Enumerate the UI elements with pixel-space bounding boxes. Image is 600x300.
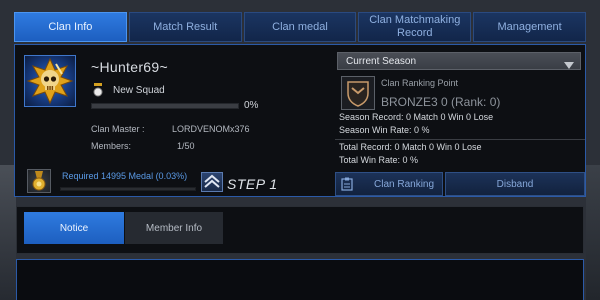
- clan-master-label: Clan Master :: [91, 124, 145, 134]
- triangle-down-icon: [564, 57, 574, 69]
- tab-management[interactable]: Management: [473, 12, 586, 42]
- total-win-rate: Total Win Rate: 0 %: [339, 155, 419, 165]
- step-label: STEP 1: [227, 176, 278, 192]
- season-dropdown-value: Current Season: [346, 56, 417, 67]
- tab-clan-medal[interactable]: Clan medal: [243, 12, 357, 42]
- season-dropdown[interactable]: Current Season: [337, 52, 581, 70]
- tab-clan-info[interactable]: Clan Info: [14, 12, 127, 42]
- squad-rank-icon: [92, 83, 104, 97]
- skull-emblem-icon: [24, 55, 76, 107]
- clan-ranking-point-label: Clan Ranking Point: [381, 78, 459, 88]
- total-record: Total Record: 0 Match 0 Win 0 Lose: [339, 142, 482, 152]
- clipboard-icon: [341, 177, 353, 191]
- clan-exp-bar: [91, 103, 239, 109]
- clan-ranking-button[interactable]: Clan Ranking: [335, 172, 443, 196]
- squad-label: New Squad: [113, 85, 165, 96]
- tab-member-info[interactable]: Member Info: [125, 212, 223, 244]
- clan-info-panel: ~Hunter69~ New Squad 0% Clan Master : LO…: [14, 44, 586, 197]
- clan-tab-bar: Clan Info Match Result Clan medal Clan M…: [14, 12, 586, 42]
- background-right-panel: [586, 165, 600, 300]
- members-value: 1/50: [177, 141, 195, 151]
- season-record: Season Record: 0 Match 0 Win 0 Lose: [339, 112, 494, 122]
- clan-ranking-button-label: Clan Ranking: [374, 179, 435, 190]
- tab-notice[interactable]: Notice: [24, 212, 124, 244]
- clan-rank-value: BRONZE3 0 (Rank: 0): [381, 95, 501, 109]
- medal-icon: [27, 169, 51, 193]
- clan-exp-percent: 0%: [244, 100, 259, 111]
- required-medal-text: Required 14995 Medal (0.03%): [62, 171, 188, 181]
- tab-match-result[interactable]: Match Result: [128, 12, 242, 42]
- chevron-up-rank-icon: [201, 172, 223, 192]
- disband-button[interactable]: Disband: [445, 172, 585, 196]
- notice-content-area: [16, 259, 584, 300]
- subtab-panel: Notice Member Info: [16, 206, 584, 254]
- clan-master-value: LORDVENOMx376: [172, 124, 250, 134]
- members-label: Members:: [91, 141, 132, 151]
- clan-name: ~Hunter69~: [91, 59, 168, 75]
- bronze-shield-icon: [341, 76, 375, 110]
- tab-clan-matchmaking-record[interactable]: Clan Matchmaking Record: [358, 12, 472, 42]
- season-win-rate: Season Win Rate: 0 %: [339, 125, 430, 135]
- record-divider: [335, 139, 585, 140]
- medal-progress-bar: [60, 187, 196, 191]
